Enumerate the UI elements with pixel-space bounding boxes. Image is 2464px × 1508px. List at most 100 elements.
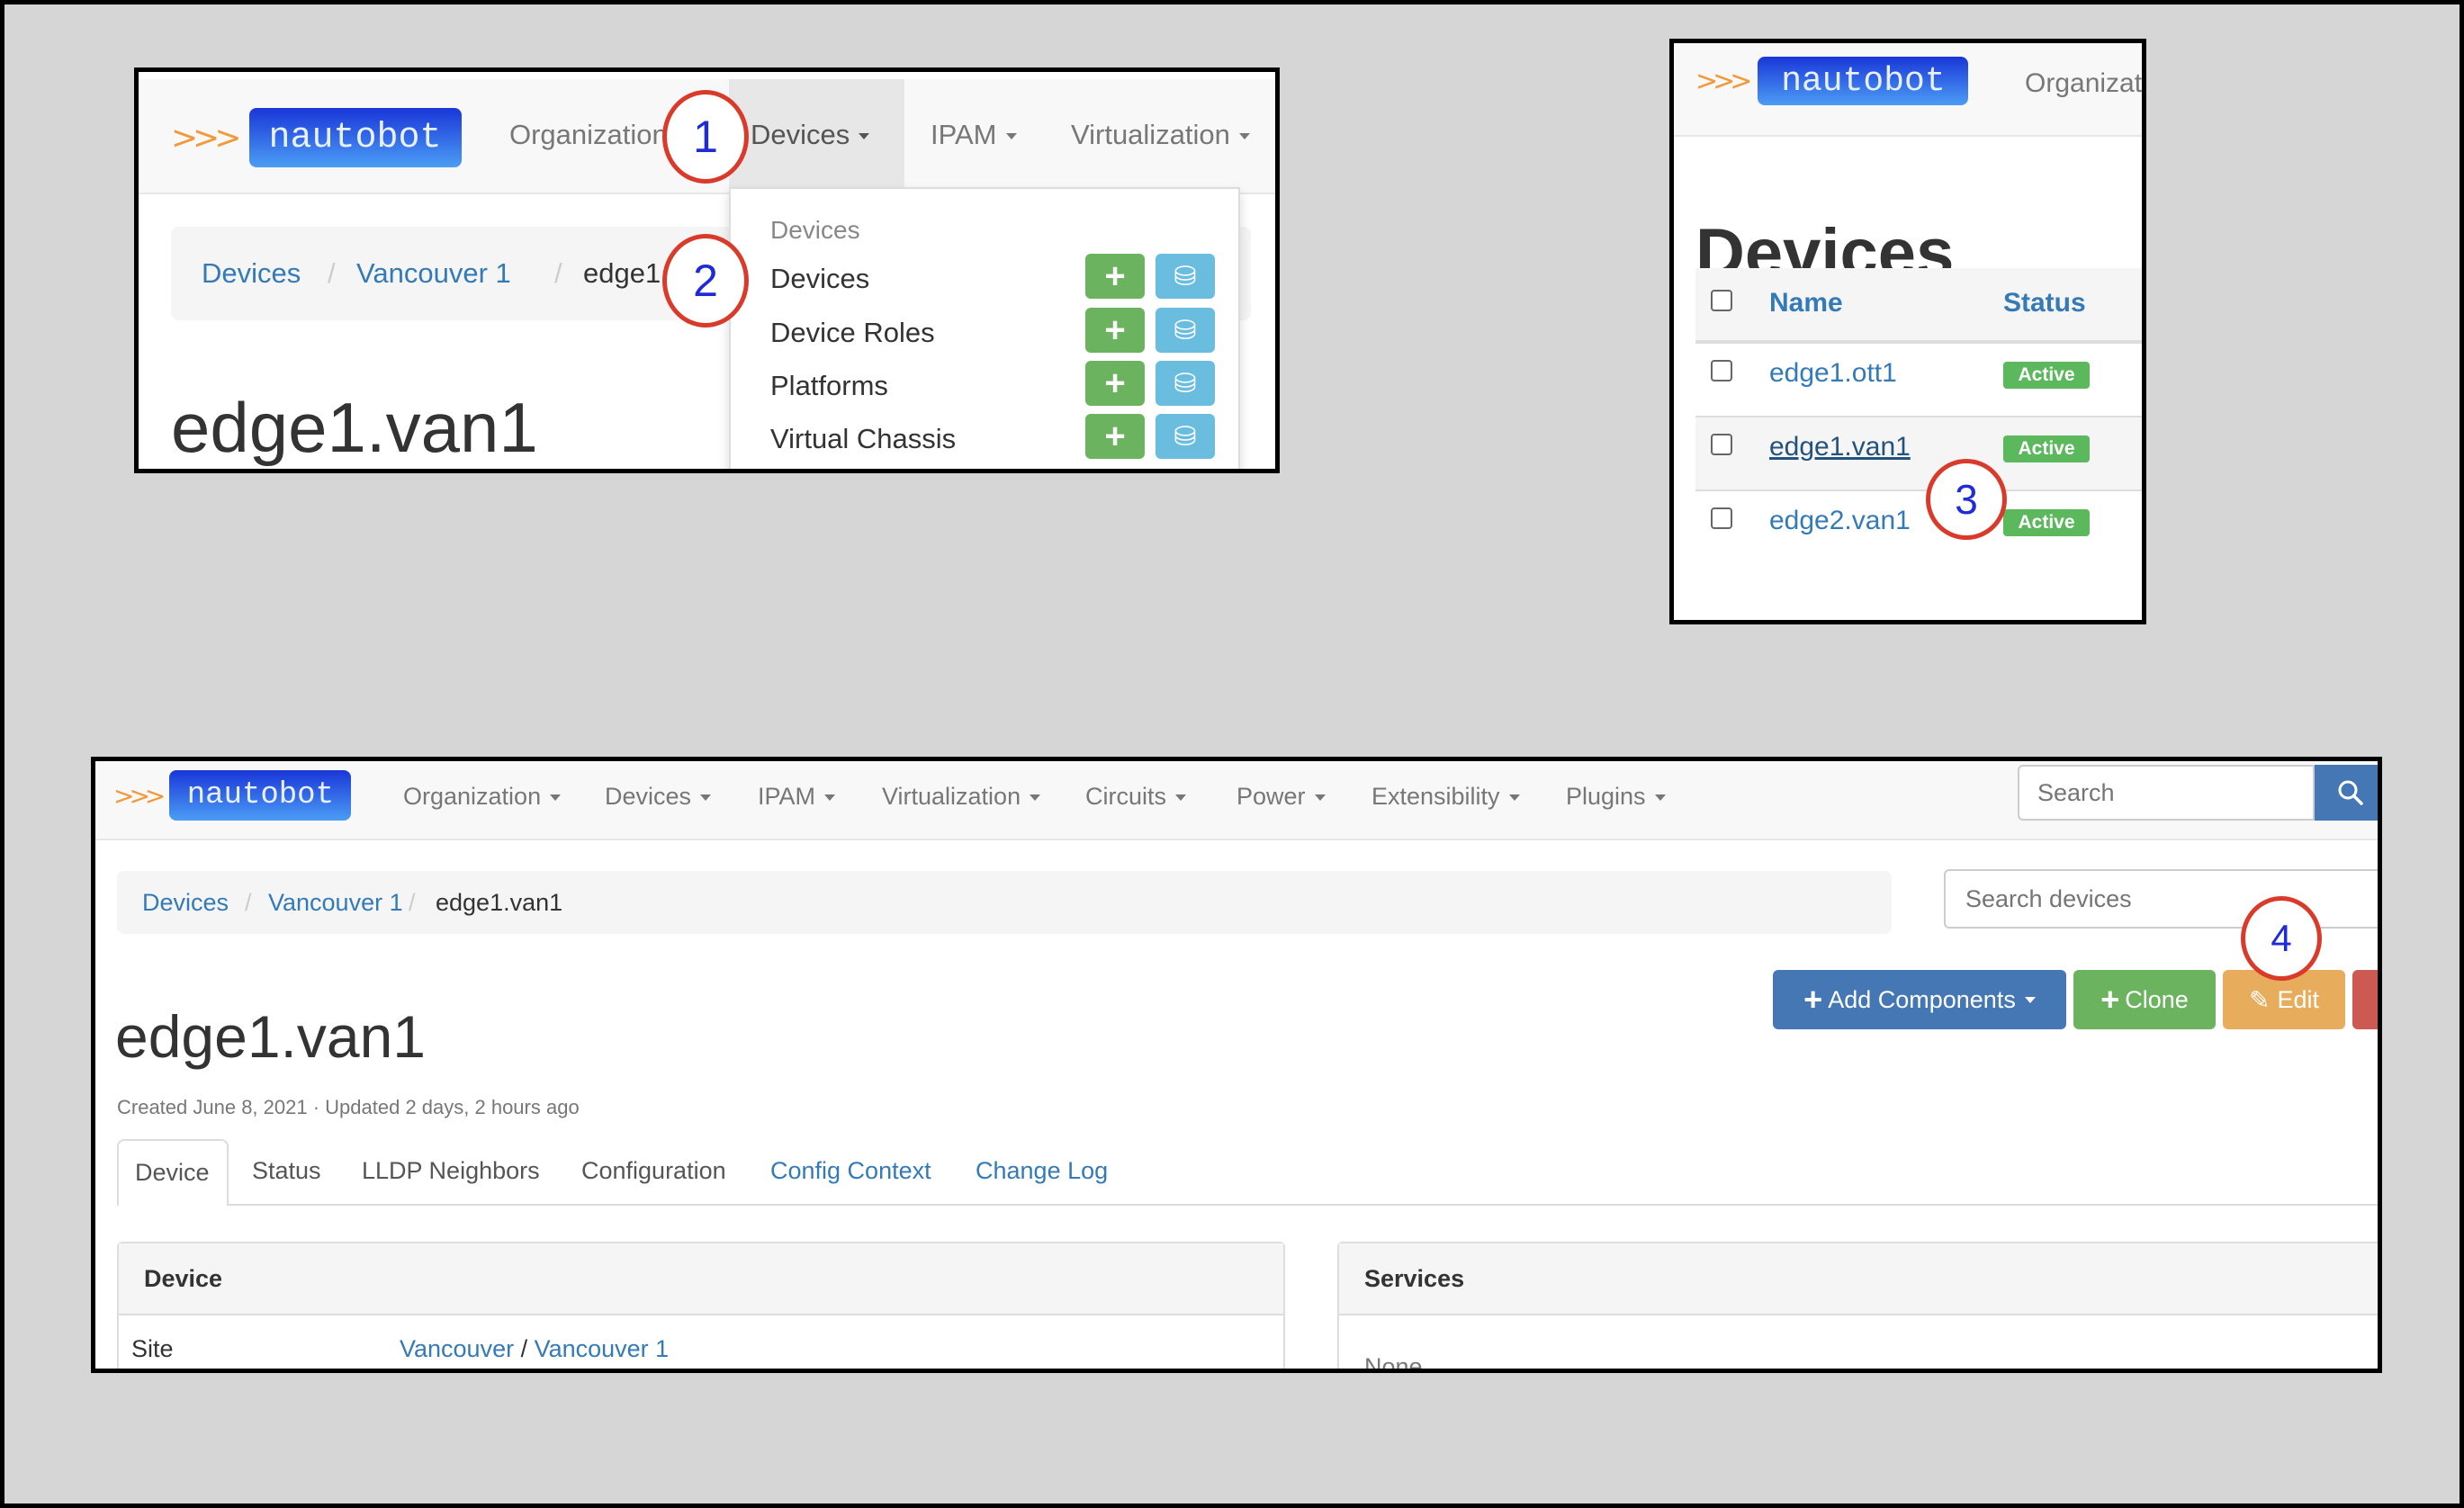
breadcrumb-separator: / <box>328 257 336 289</box>
status-badge: Active <box>2003 362 2090 389</box>
device-name-link[interactable]: edge1.ott1 <box>1769 358 1897 389</box>
plus-icon: + <box>2100 981 2120 1018</box>
column-header-status[interactable]: Status <box>2003 288 2086 319</box>
database-import-icon: ⛁ <box>1174 368 1197 399</box>
table-row: edge1.ott1 Active <box>1695 344 2142 417</box>
add-device-role-button[interactable]: + <box>1085 308 1145 353</box>
logo[interactable]: >>> nautobot <box>113 770 352 821</box>
nav-virtualization[interactable]: Virtualization <box>1071 119 1250 151</box>
device-name-link[interactable]: edge2.van1 <box>1769 506 1911 536</box>
dropdown-item-device-roles[interactable]: Device Roles + ⛁ <box>731 308 1235 360</box>
tab-configuration[interactable]: Configuration <box>581 1157 726 1185</box>
caret-down-icon <box>1654 794 1666 802</box>
nav-ipam-label: IPAM <box>931 119 997 150</box>
caret-down-icon <box>1238 133 1250 140</box>
add-platform-button[interactable]: + <box>1085 361 1145 406</box>
site-value: Vancouver / Vancouver 1 <box>400 1335 669 1363</box>
add-device-button[interactable]: + <box>1085 254 1145 299</box>
device-info-heading-bar: Device <box>119 1243 1283 1315</box>
tab-config-context[interactable]: Config Context <box>770 1157 931 1185</box>
dropdown-item-label: Devices <box>770 263 870 294</box>
table-row: edge2.van1 Active <box>1695 491 2142 563</box>
nav-ipam[interactable]: IPAM <box>931 119 1017 151</box>
nav-label: Circuits <box>1085 783 1167 810</box>
breadcrumb-devices[interactable]: Devices <box>142 889 229 917</box>
callout-step-1: 1 <box>662 90 749 184</box>
dropdown-item-platforms[interactable]: Platforms + ⛁ <box>731 361 1235 413</box>
tab-status[interactable]: Status <box>252 1157 321 1185</box>
site-link[interactable]: Vancouver 1 <box>535 1335 670 1362</box>
caret-down-icon <box>1314 794 1326 802</box>
status-badge: Active <box>2003 435 2090 462</box>
tab-lldp-neighbors[interactable]: LLDP Neighbors <box>362 1157 540 1185</box>
nav-label: Devices <box>605 783 692 810</box>
logo[interactable]: >>> nautobot <box>1695 56 1969 106</box>
table-header: Name Status <box>1695 268 2142 344</box>
chevron-icon: >>> <box>113 780 166 811</box>
add-virtual-chassis-button[interactable]: + <box>1085 414 1145 459</box>
breadcrumb-devices[interactable]: Devices <box>202 257 301 290</box>
nav-virtualization[interactable]: Virtualization <box>882 783 1041 811</box>
global-search-button[interactable] <box>2315 765 2378 821</box>
import-virtual-chassis-button[interactable]: ⛁ <box>1156 414 1215 459</box>
nav-devices[interactable]: Devices <box>605 783 712 811</box>
nav-power[interactable]: Power <box>1236 783 1326 811</box>
services-panel: Services None <box>1337 1242 2378 1369</box>
nav-organization[interactable]: Organizat <box>2025 68 2142 99</box>
nav-devices[interactable]: Devices <box>751 119 870 151</box>
nav-label: IPAM <box>758 783 816 810</box>
breadcrumb-separator: / <box>554 257 562 289</box>
logo[interactable]: >>> nautobot <box>171 108 462 167</box>
callout-step-4: 4 <box>2241 896 2322 981</box>
nav-devices-label: Devices <box>751 119 850 150</box>
search-icon <box>2338 780 2363 805</box>
nav-circuits[interactable]: Circuits <box>1085 783 1187 811</box>
global-search-input[interactable] <box>2018 765 2315 821</box>
nav-plugins[interactable]: Plugins <box>1566 783 1666 811</box>
database-import-icon: ⛁ <box>1174 261 1197 292</box>
add-components-button[interactable]: + Add Components <box>1773 970 2066 1029</box>
nav-extensibility[interactable]: Extensibility <box>1371 783 1520 811</box>
caret-down-icon <box>550 794 562 802</box>
tab-label: Device <box>135 1159 210 1186</box>
plus-icon: + <box>1104 363 1126 403</box>
logo-wordmark: nautobot <box>169 770 352 821</box>
status-badge: Active <box>2003 509 2090 536</box>
breadcrumb-site[interactable]: Vancouver 1 <box>268 889 403 917</box>
panel-devices-menu: >>> nautobot Organization Devices IPAM V… <box>134 67 1280 473</box>
dropdown-item-virtual-chassis[interactable]: Virtual Chassis + ⛁ <box>731 414 1235 466</box>
device-name-link[interactable]: edge1.van1 <box>1769 432 1911 462</box>
clone-button[interactable]: + Clone <box>2073 970 2216 1029</box>
breadcrumb-site[interactable]: Vancouver 1 <box>356 257 511 290</box>
caret-down-icon <box>824 794 836 802</box>
breadcrumb-separator: / <box>409 889 416 916</box>
tab-device[interactable]: Device <box>117 1139 229 1206</box>
tab-change-log[interactable]: Change Log <box>976 1157 1108 1185</box>
nav-organization[interactable]: Organization <box>509 119 668 151</box>
dropdown-item-devices[interactable]: Devices + ⛁ <box>731 254 1235 306</box>
device-info-heading: Device <box>144 1265 223 1292</box>
import-device-role-button[interactable]: ⛁ <box>1156 308 1215 353</box>
delete-button[interactable] <box>2352 970 2378 1029</box>
callout-step-2: 2 <box>662 234 749 328</box>
caret-down-icon <box>1005 133 1017 140</box>
import-platform-button[interactable]: ⛁ <box>1156 361 1215 406</box>
nav-organization[interactable]: Organization <box>403 783 562 811</box>
region-link[interactable]: Vancouver <box>400 1335 514 1362</box>
select-all-checkbox[interactable] <box>1711 290 1732 311</box>
edit-label: Edit <box>2277 985 2319 1013</box>
row-checkbox[interactable] <box>1711 507 1732 529</box>
nav-ipam[interactable]: IPAM <box>758 783 836 811</box>
created-updated-meta: Created June 8, 2021 · Updated 2 days, 2… <box>117 1096 580 1118</box>
caret-down-icon <box>1175 794 1187 802</box>
nav-label: Extensibility <box>1371 783 1500 810</box>
row-checkbox[interactable] <box>1711 434 1732 455</box>
nav-label: Virtualization <box>882 783 1021 810</box>
import-device-button[interactable]: ⛁ <box>1156 254 1215 299</box>
row-checkbox[interactable] <box>1711 360 1732 381</box>
dropdown-item-label: Platforms <box>770 370 888 401</box>
site-label: Site <box>131 1335 174 1362</box>
dropdown-item-label: Device Roles <box>770 317 935 348</box>
caret-down-icon <box>1030 794 1041 802</box>
column-header-name[interactable]: Name <box>1769 288 1843 319</box>
